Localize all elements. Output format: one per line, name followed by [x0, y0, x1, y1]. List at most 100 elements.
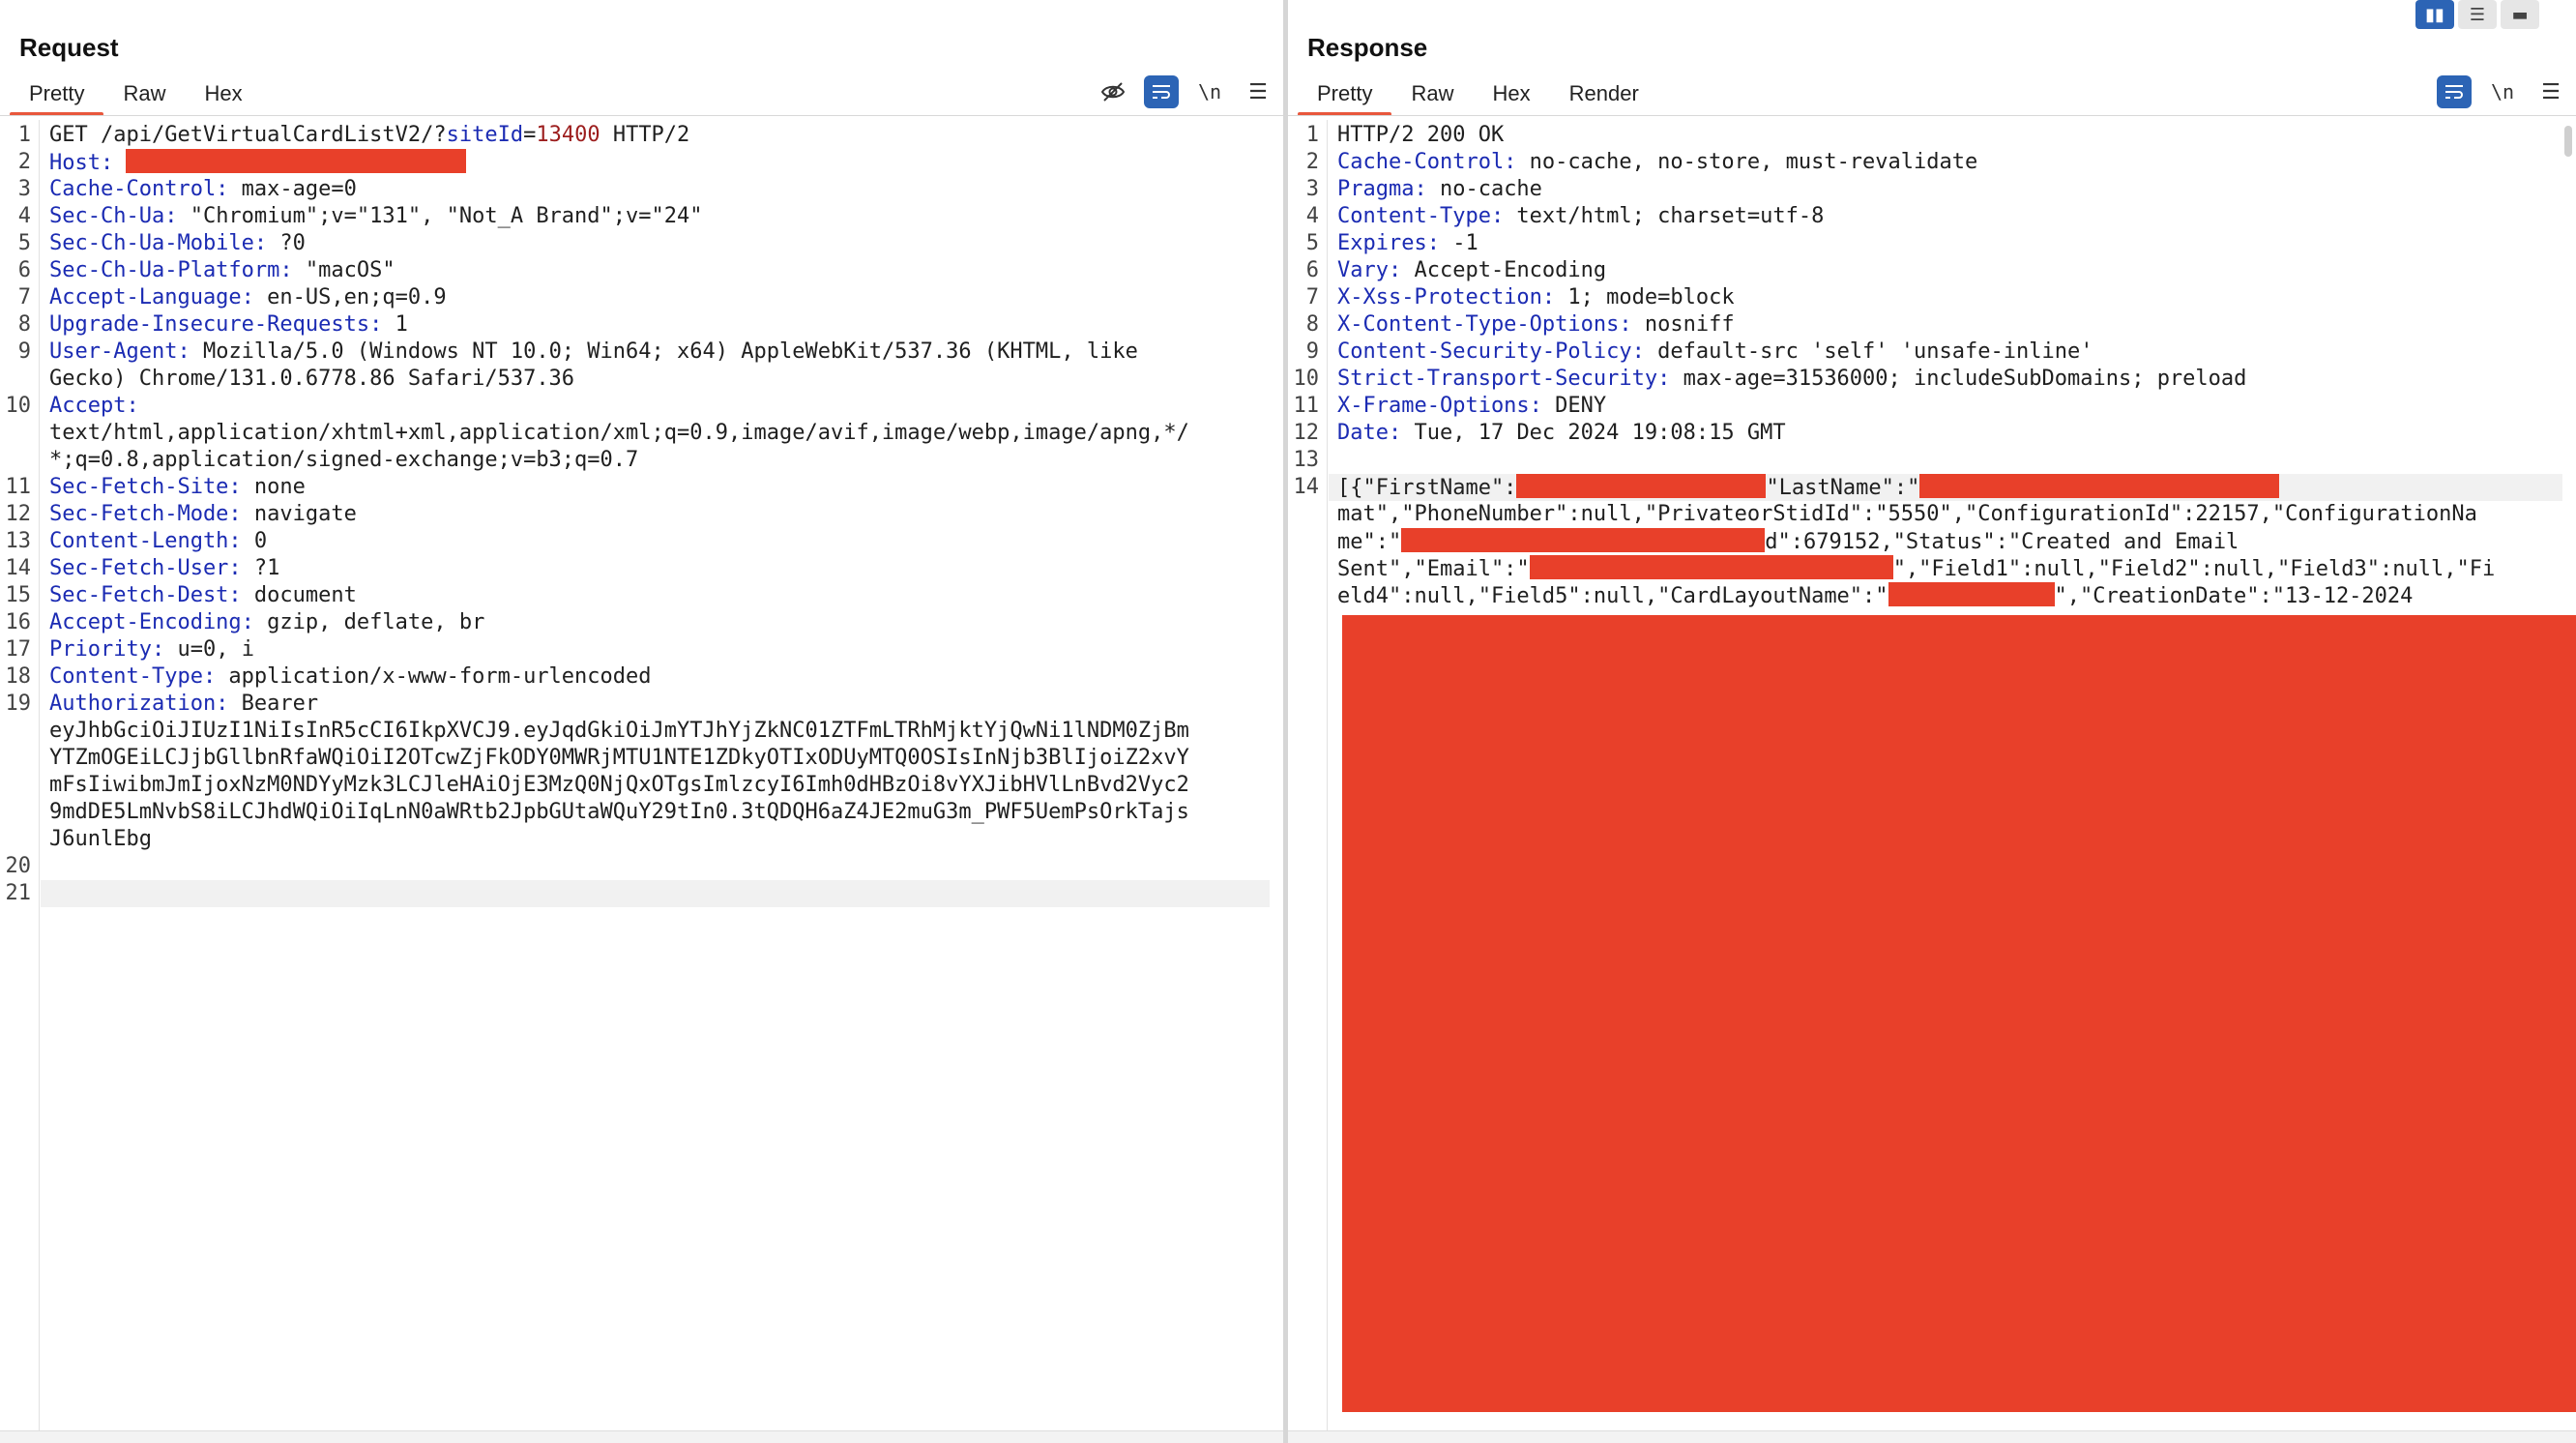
code-token: siteId — [446, 123, 524, 147]
redaction-box — [1888, 582, 2055, 606]
line-text: X-Xss-Protection: 1; mode=block — [1337, 284, 1735, 311]
code-token: gzip, deflate, br — [253, 610, 485, 634]
line-text: Content-Length: 0 — [49, 528, 267, 555]
code-token: Tue, 17 Dec 2024 19:08:15 GMT — [1401, 421, 1786, 445]
split-rows-icon[interactable]: ☰ — [2458, 0, 2497, 29]
response-title: Response — [1307, 33, 1428, 62]
line-text: me":" d":679152,"Status":"Created and Ema… — [1337, 528, 2239, 556]
request-toolbar: \n ☰ — [1096, 75, 1275, 108]
wrap-lines-icon[interactable] — [1144, 75, 1179, 108]
code-token: J6unlEbg — [49, 827, 152, 851]
request-tab-pretty[interactable]: Pretty — [10, 75, 104, 116]
redaction-box — [1516, 474, 1767, 498]
code-token: Gecko) Chrome/131.0.6778.86 Safari/537.3… — [49, 367, 575, 391]
redaction-block — [1342, 615, 2576, 1412]
line-text: Gecko) Chrome/131.0.6778.86 Safari/537.3… — [49, 366, 574, 393]
line-number: 1 — [1305, 123, 1319, 147]
line-text: Sec-Ch-Ua: "Chromium";v="131", "Not_A Br… — [49, 203, 703, 230]
line-number: 9 — [1305, 339, 1319, 364]
line-text: HTTP/2 200 OK — [1337, 122, 1504, 149]
request-pane: Request Pretty Raw Hex \n ☰ 1 GET /api/Ge… — [0, 0, 1283, 1443]
code-token: YTZmOGEiLCJjbGllbnRfaWQiOiI2OTcwZjFkODY0… — [49, 746, 1189, 770]
response-tabs: Pretty Raw Hex Render — [1298, 75, 1658, 116]
line-text: Cache-Control: max-age=0 — [49, 176, 357, 203]
line-number: 10 — [1293, 367, 1320, 391]
line-number: 6 — [17, 258, 31, 282]
line-text: Upgrade-Insecure-Requests: 1 — [49, 311, 408, 339]
request-editor[interactable]: 1 GET /api/GetVirtualCardListV2/?siteId=1… — [0, 120, 1283, 1431]
line-number: 14 — [1293, 475, 1320, 499]
single-pane-icon[interactable]: ▬ — [2501, 0, 2539, 29]
wrap-lines-icon[interactable] — [2437, 75, 2472, 108]
line-number: 4 — [17, 204, 31, 228]
eye-slash-icon[interactable] — [1096, 75, 1130, 108]
response-tab-pretty[interactable]: Pretty — [1298, 75, 1392, 116]
line-text: Cache-Control: no-cache, no-store, must-… — [1337, 149, 1977, 176]
header-name: Vary: — [1337, 258, 1402, 282]
line-text: Accept-Language: en-US,en;q=0.9 — [49, 284, 447, 311]
request-horizontal-scrollbar[interactable] — [0, 1430, 1283, 1443]
header-name: Content-Length: — [49, 529, 242, 553]
header-name: X-Frame-Options: — [1337, 394, 1542, 418]
response-pane: ▮▮ ☰ ▬ Response Pretty Raw Hex Render \n… — [1288, 0, 2576, 1443]
request-tabs: Pretty Raw Hex — [10, 75, 262, 116]
code-token: GET /api/GetVirtualCardListV2/? — [49, 123, 447, 147]
response-toolbar: \n ☰ — [2437, 75, 2568, 108]
code-token: = — [523, 123, 537, 147]
line-text: Expires: -1 — [1337, 230, 1478, 257]
code-token: Mozilla/5.0 (Windows NT 10.0; Win64; x64… — [190, 339, 1138, 364]
hamburger-icon[interactable]: ☰ — [1241, 75, 1275, 108]
code-token: [{"FirstName": — [1337, 476, 1517, 500]
line-text: GET /api/GetVirtualCardListV2/?siteId=13… — [49, 122, 689, 149]
header-name: Sec-Fetch-Mode: — [49, 502, 242, 526]
header-name: Authorization: — [49, 692, 229, 716]
header-name: Accept-Language: — [49, 285, 254, 309]
response-vertical-scrollbar[interactable] — [2564, 126, 2572, 157]
header-name: User-Agent: — [49, 339, 190, 364]
redaction-box — [1529, 555, 1893, 579]
response-tab-raw[interactable]: Raw — [1391, 75, 1473, 114]
line-text: Pragma: no-cache — [1337, 176, 1542, 203]
code-token: en-US,en;q=0.9 — [253, 285, 447, 309]
response-horizontal-scrollbar[interactable] — [1288, 1430, 2576, 1443]
split-columns-icon[interactable]: ▮▮ — [2415, 0, 2454, 29]
code-token: nosniff — [1631, 312, 1735, 337]
line-text: Content-Security-Policy: default-src 'se… — [1337, 339, 2093, 366]
code-token: "LastName":" — [1766, 476, 1920, 500]
line-number: 11 — [1293, 394, 1320, 418]
request-tab-raw[interactable]: Raw — [103, 75, 185, 114]
code-token: d":679152,"Status":"Created and Email — [1765, 530, 2239, 554]
code-token: DENY — [1541, 394, 1607, 418]
line-number: 8 — [1305, 312, 1319, 337]
code-token: none — [241, 475, 306, 499]
line-number: 2 — [1305, 150, 1319, 174]
code-token: "Chromium";v="131", "Not_A Brand";v="24" — [177, 204, 703, 228]
newline-toggle[interactable]: \n — [2485, 75, 2520, 108]
line-text: Sent","Email":" ","Field1":null,"Field2":… — [1337, 555, 2495, 583]
code-token: 1; mode=block — [1555, 285, 1735, 309]
newline-toggle[interactable]: \n — [1192, 75, 1227, 108]
line-number: 6 — [1305, 258, 1319, 282]
line-text: mFsIiwibmJmIjoxNzM0NDYyMzk3LCJleHAiOjE3M… — [49, 772, 1189, 799]
redaction-box — [1401, 528, 1766, 552]
response-tab-render[interactable]: Render — [1550, 75, 1658, 114]
response-tab-divider — [1288, 115, 2576, 116]
code-token: text/html; charset=utf-8 — [1504, 204, 1825, 228]
response-tab-hex[interactable]: Hex — [1473, 75, 1549, 114]
line-text: Sec-Fetch-User: ?1 — [49, 555, 279, 582]
request-tab-hex[interactable]: Hex — [185, 75, 261, 114]
line-number: 20 — [5, 854, 32, 878]
line-number: 12 — [1293, 421, 1320, 445]
header-name: Pragma: — [1337, 177, 1427, 201]
request-title: Request — [19, 33, 119, 62]
hamburger-icon[interactable]: ☰ — [2533, 75, 2568, 108]
line-text: J6unlEbg — [49, 826, 152, 853]
line-text: Content-Type: application/x-www-form-url… — [49, 663, 652, 691]
line-number: 9 — [17, 339, 31, 364]
line-text: YTZmOGEiLCJjbGllbnRfaWQiOiI2OTcwZjFkODY0… — [49, 745, 1189, 772]
line-text: User-Agent: Mozilla/5.0 (Windows NT 10.0… — [49, 339, 1138, 366]
line-text: Sec-Fetch-Site: none — [49, 474, 306, 501]
line-text: eld4":null,"Field5":null,"CardLayoutName… — [1337, 582, 2413, 610]
code-token: ","Field1":null,"Field2":null,"Field3":n… — [1892, 557, 2496, 581]
line-number: 17 — [5, 637, 32, 662]
